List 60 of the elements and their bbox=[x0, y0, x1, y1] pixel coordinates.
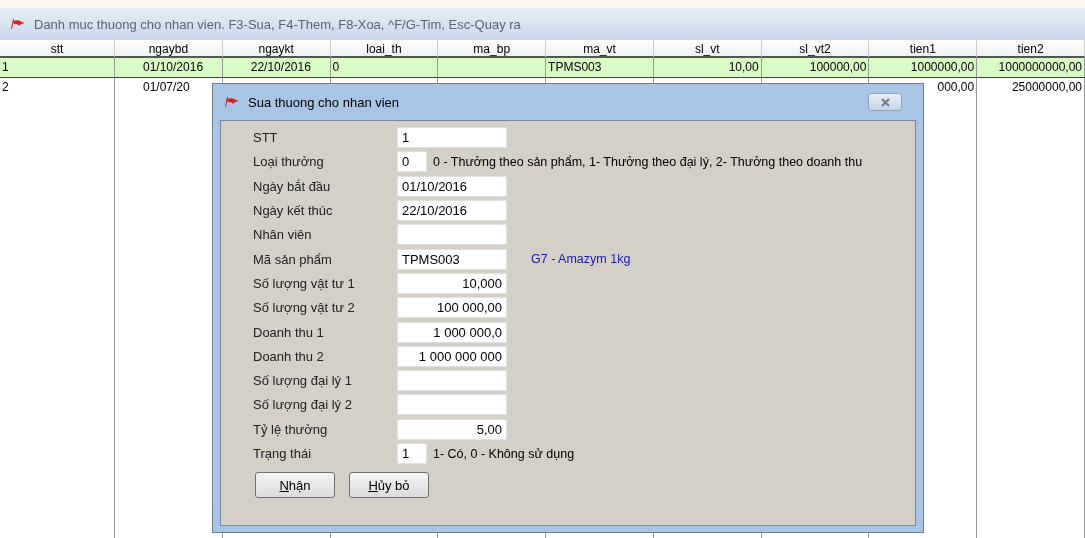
input-field[interactable]: 1 bbox=[397, 127, 507, 149]
field-label: Ngày bắt đầu bbox=[253, 178, 332, 194]
column-header[interactable]: stt bbox=[0, 40, 115, 58]
table-cell: 1 bbox=[0, 58, 115, 78]
field-label: Ngày kết thúc bbox=[253, 203, 334, 219]
field-label: Số lượng vật tư 2 bbox=[253, 300, 356, 316]
flag-icon bbox=[224, 96, 240, 108]
field-label: Doanh thu 1 bbox=[253, 324, 325, 340]
column-header[interactable]: sl_vt bbox=[653, 40, 762, 58]
table-cell: 100000,00 bbox=[761, 58, 870, 78]
input-field[interactable]: 22/10/2016 bbox=[397, 200, 507, 222]
input-field[interactable]: 0 bbox=[397, 151, 427, 173]
input-field[interactable]: 1 bbox=[397, 443, 427, 464]
field-label: Nhân viên bbox=[253, 227, 313, 243]
input-field[interactable]: 5,00 bbox=[397, 418, 507, 440]
field-hint: 0 - Thưởng theo sản phẩm, 1- Thưởng theo đại lý, 2- Thưởng theo doanh thu bbox=[433, 154, 863, 169]
field-label: Số lượng đại lý 2 bbox=[253, 397, 353, 413]
table-cell: 0 bbox=[330, 58, 439, 78]
dialog-button[interactable]: Hủy bỏ bbox=[349, 472, 429, 499]
table-cell: TPMS003 bbox=[546, 58, 654, 78]
field-label: STT bbox=[253, 130, 279, 146]
table-cell: 10,00 bbox=[653, 58, 762, 78]
table-cell: 2 bbox=[0, 78, 115, 97]
input-field[interactable] bbox=[397, 370, 507, 392]
input-field[interactable]: 01/10/2016 bbox=[397, 175, 507, 197]
field-label: Số lượng vật tư 1 bbox=[253, 275, 356, 291]
column-header[interactable]: ngaybd bbox=[115, 40, 223, 58]
column-header[interactable]: sl_vt2 bbox=[761, 40, 870, 58]
table-cell: 22/10/2016 bbox=[222, 58, 331, 78]
input-field[interactable] bbox=[397, 224, 507, 246]
field-label: Mã sản phẩm bbox=[253, 251, 333, 267]
window-title: Danh muc thuong cho nhan vien. F3-Sua, F4-Them, F8-Xoa, ^F/G-Tim, Esc-Quay ra bbox=[34, 16, 521, 32]
column-header[interactable]: ma_bp bbox=[438, 40, 547, 58]
field-label: Số lượng đại lý 1 bbox=[253, 373, 353, 389]
flag-icon bbox=[10, 18, 26, 30]
input-field[interactable] bbox=[397, 394, 507, 416]
input-field[interactable]: 10,000 bbox=[397, 272, 507, 294]
table-cell: 25000000,00 bbox=[977, 78, 1085, 97]
input-field[interactable]: 1 000 000 000 bbox=[397, 345, 507, 367]
field-label: Trạng thái bbox=[253, 446, 313, 461]
table-cell: 01/10/2016 bbox=[115, 58, 223, 78]
column-header[interactable]: tien2 bbox=[977, 40, 1085, 58]
table-cell: 1000000000,00 bbox=[977, 58, 1085, 78]
field-label: Loại thưởng bbox=[253, 154, 325, 170]
table-cell: 1000000,00 bbox=[869, 58, 978, 78]
field-label: Doanh thu 2 bbox=[253, 348, 325, 364]
close-button[interactable] bbox=[868, 93, 902, 111]
column-header[interactable]: ma_vt bbox=[546, 40, 654, 58]
column-header[interactable]: loai_th bbox=[330, 40, 439, 58]
field-label: Tỷ lệ thưởng bbox=[253, 421, 329, 437]
input-field[interactable]: 100 000,00 bbox=[397, 297, 507, 319]
product-name: G7 - Amazym 1kg bbox=[531, 252, 631, 267]
dialog-title: Sua thuong cho nhan vien bbox=[248, 94, 400, 110]
column-header[interactable]: ngaykt bbox=[222, 40, 331, 58]
close-icon bbox=[880, 97, 890, 107]
column-header[interactable]: tien1 bbox=[869, 40, 978, 58]
field-hint: 1- Có, 0 - Không sử dụng bbox=[433, 446, 575, 461]
input-field[interactable]: TPMS003 bbox=[397, 248, 507, 270]
dialog-button[interactable]: Nhận bbox=[255, 472, 335, 499]
input-field[interactable]: 1 000 000,0 bbox=[397, 321, 507, 343]
